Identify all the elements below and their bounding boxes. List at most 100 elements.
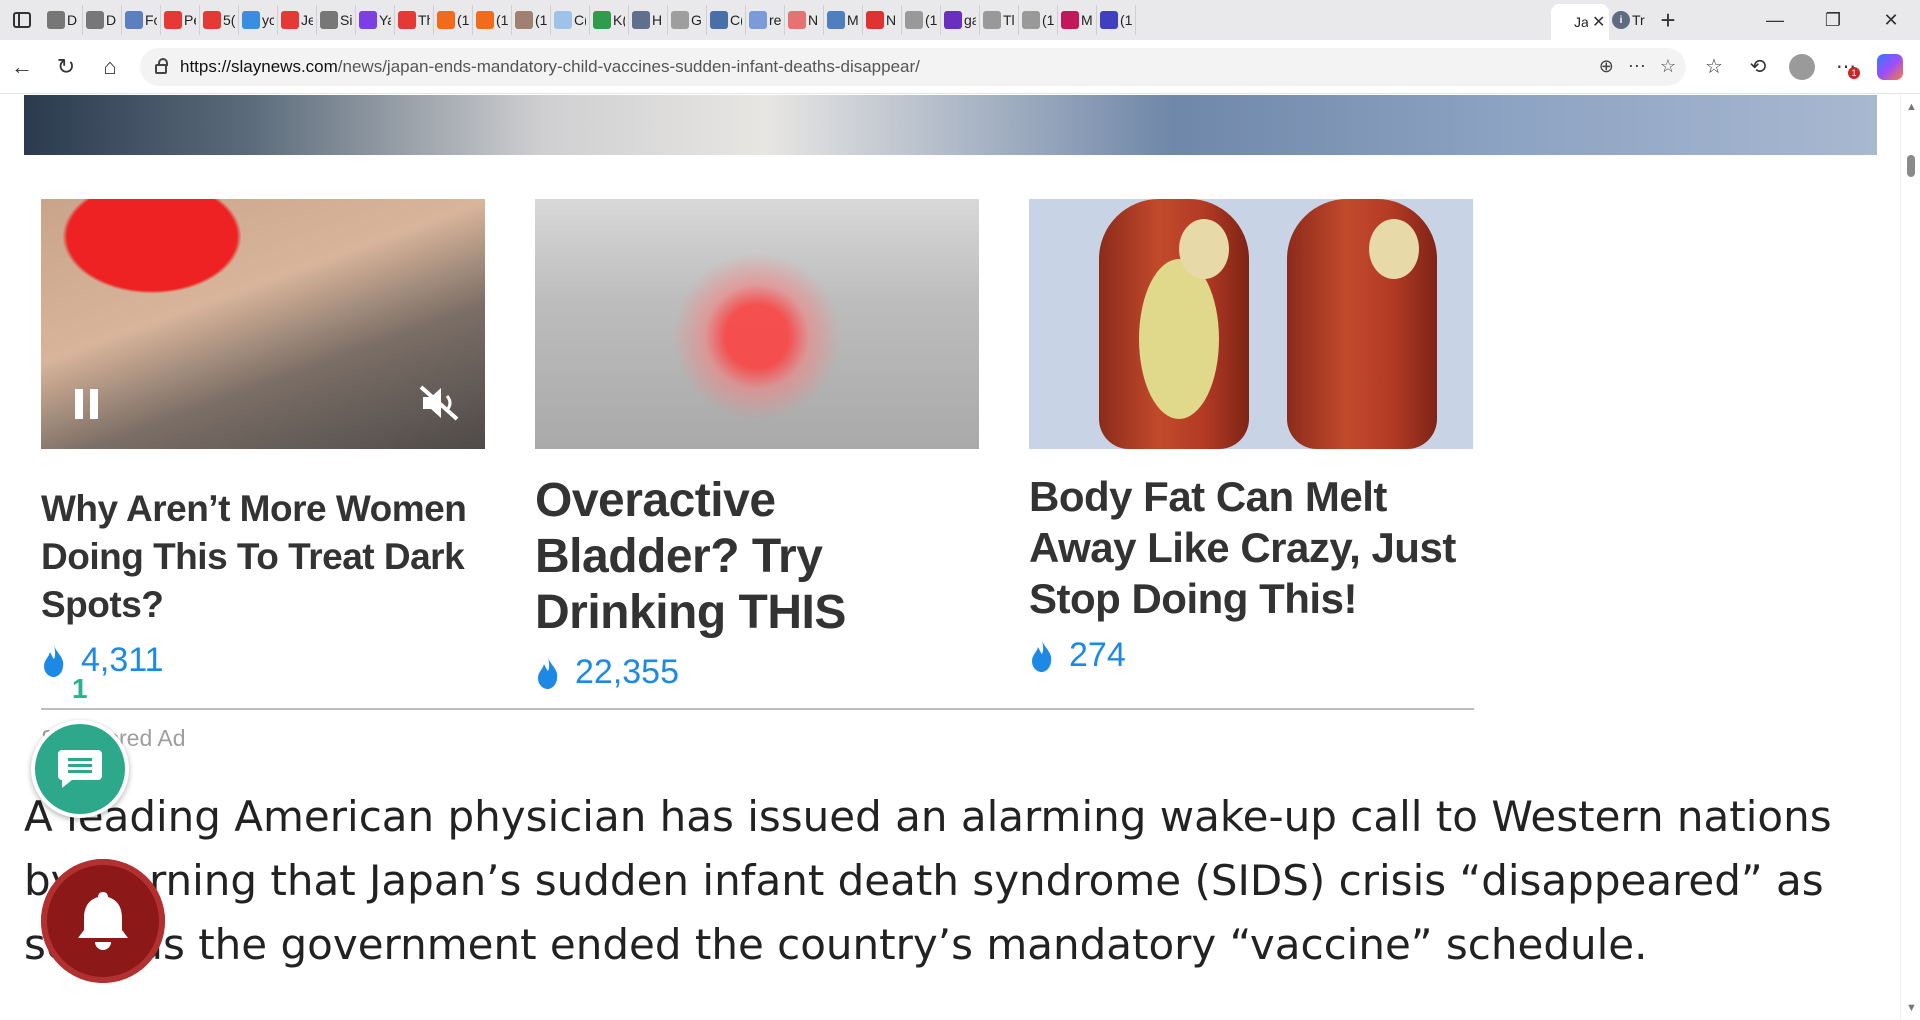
browser-tab[interactable]: C(: [707, 5, 746, 35]
browser-tab[interactable]: K(: [590, 5, 629, 35]
browser-tab[interactable]: N: [785, 5, 824, 35]
tab-strip: D D Fc Pe 5(yc Je Si Ya Th (1 (1 (1 C(K(H G C(re N M N (1 g…: [0, 0, 1920, 40]
address-bar[interactable]: https://slaynews.com/news/japan-ends-man…: [140, 47, 1686, 86]
back-button[interactable]: ←: [0, 45, 44, 89]
browser-tab[interactable]: Th: [395, 5, 434, 35]
tab-active[interactable]: Ja ✕: [1551, 4, 1609, 40]
browser-tab[interactable]: Si: [317, 5, 356, 35]
otn-icon: [905, 11, 923, 29]
ad-title[interactable]: Overactive Bladder? Try Drinking THIS: [535, 473, 979, 641]
browser-tab[interactable]: (1: [902, 5, 941, 35]
browser-tab[interactable]: re: [746, 5, 785, 35]
more-options-icon[interactable]: ⋯: [1628, 56, 1646, 77]
browser-tab[interactable]: (1: [1097, 5, 1136, 35]
feather-icon: [554, 11, 572, 29]
tab-label: re: [769, 12, 781, 28]
new-tab-button[interactable]: +: [1648, 0, 1688, 40]
pdf-icon: [866, 11, 884, 29]
refresh-icon: ↻: [56, 53, 76, 79]
ad-thumbnail[interactable]: [535, 199, 979, 449]
tab-label: (1: [1042, 12, 1054, 28]
ad-card[interactable]: Why Aren’t More Women Doing This To Trea…: [41, 199, 485, 680]
tab-actions-menu-button[interactable]: [0, 0, 44, 40]
arrow-left-icon: ←: [11, 53, 33, 79]
page-viewport: Why Aren’t More Women Doing This To Trea…: [0, 95, 1900, 1020]
maximize-button[interactable]: ❐: [1804, 0, 1862, 40]
mail-icon: [1100, 11, 1118, 29]
settings-menu-button[interactable]: ⋯ 1: [1826, 47, 1866, 87]
tab-label: Pe: [184, 12, 196, 28]
site-info-button[interactable]: [150, 56, 172, 78]
scroll-down-icon[interactable]: ▼: [1906, 1002, 1917, 1014]
flame-icon: [1032, 639, 1052, 672]
chat-button[interactable]: [31, 720, 129, 818]
home-button[interactable]: ⌂: [88, 45, 132, 89]
browser-tab[interactable]: N: [863, 5, 902, 35]
browser-tab[interactable]: Ya: [356, 5, 395, 35]
tab-trailing[interactable]: i Tr: [1609, 5, 1648, 35]
toolbar-right: ☆ ⟲ ⋯ 1: [1694, 47, 1920, 87]
browser-tab[interactable]: (1: [512, 5, 551, 35]
tab-label: H: [652, 12, 663, 28]
page-scrollbar[interactable]: ▲ ▼: [1900, 95, 1920, 1020]
fat-overlay: [1179, 219, 1229, 279]
refresh-button[interactable]: ↻: [44, 45, 88, 89]
ad-count: 274: [1069, 636, 1126, 674]
browser-tab[interactable]: D: [83, 5, 122, 35]
notification-bell-button[interactable]: [41, 859, 165, 983]
scrollbar-thumb[interactable]: [1907, 155, 1915, 177]
browser-tab[interactable]: H: [629, 5, 668, 35]
tab-label: Tr: [1632, 12, 1645, 28]
browser-tab[interactable]: Je: [278, 5, 317, 35]
ad-title[interactable]: Why Aren’t More Women Doing This To Trea…: [41, 485, 485, 629]
history-button[interactable]: ⟲: [1738, 47, 1778, 87]
youtube-icon: [203, 11, 221, 29]
tab-label: 5(: [223, 12, 235, 28]
favorites-button[interactable]: ☆: [1694, 47, 1734, 87]
browser-tab[interactable]: Pe: [161, 5, 200, 35]
pause-icon[interactable]: [75, 389, 101, 419]
browser-tab[interactable]: (1: [434, 5, 473, 35]
browser-tab[interactable]: M: [1058, 5, 1097, 35]
ad-card[interactable]: Body Fat Can Melt Away Like Crazy, Just …: [1029, 199, 1473, 675]
browser-tab[interactable]: Tl: [980, 5, 1019, 35]
scroll-up-icon[interactable]: ▲: [1906, 101, 1917, 113]
browser-tab[interactable]: M: [824, 5, 863, 35]
browser-tab[interactable]: Fc: [122, 5, 161, 35]
favorites-icon: ☆: [1705, 56, 1723, 78]
circle-icon: [827, 11, 845, 29]
ad-thumbnail[interactable]: [1029, 199, 1473, 449]
minimize-button[interactable]: —: [1746, 0, 1804, 40]
close-tab-icon[interactable]: ✕: [1592, 12, 1605, 32]
copilot-button[interactable]: [1870, 47, 1910, 87]
url-text[interactable]: https://slaynews.com/news/japan-ends-man…: [180, 57, 920, 77]
browser-tab[interactable]: ga: [941, 5, 980, 35]
lock-icon: [155, 57, 168, 74]
profile-button[interactable]: [1782, 47, 1822, 87]
tab-label: Fc: [145, 12, 157, 28]
ad-video-thumbnail[interactable]: [41, 199, 485, 449]
tab-label: M: [847, 12, 859, 28]
browser-tab[interactable]: 5(: [200, 5, 239, 35]
browser-tab[interactable]: D: [44, 5, 83, 35]
bar-icon: [593, 11, 611, 29]
browser-tab[interactable]: yc: [239, 5, 278, 35]
zoom-icon[interactable]: ⊕: [1599, 56, 1614, 77]
favorite-star-icon[interactable]: ☆: [1660, 56, 1676, 77]
tab-label: (1: [925, 12, 937, 28]
home-icon: ⌂: [103, 53, 117, 79]
close-window-button[interactable]: ✕: [1862, 0, 1920, 40]
avatar: [1789, 53, 1815, 80]
globe-icon: [47, 11, 65, 29]
youtube-icon: [164, 11, 182, 29]
globe-icon: [320, 11, 338, 29]
mute-icon[interactable]: [417, 383, 461, 423]
browser-tab[interactable]: (1: [1019, 5, 1058, 35]
url-host: https://slaynews.com: [180, 56, 338, 76]
browser-tab[interactable]: G: [668, 5, 707, 35]
browser-tab[interactable]: C(: [551, 5, 590, 35]
m-icon: [710, 11, 728, 29]
browser-tab[interactable]: (1: [473, 5, 512, 35]
ad-title[interactable]: Body Fat Can Melt Away Like Crazy, Just …: [1029, 471, 1473, 624]
ad-card[interactable]: Overactive Bladder? Try Drinking THIS 22…: [535, 199, 979, 692]
